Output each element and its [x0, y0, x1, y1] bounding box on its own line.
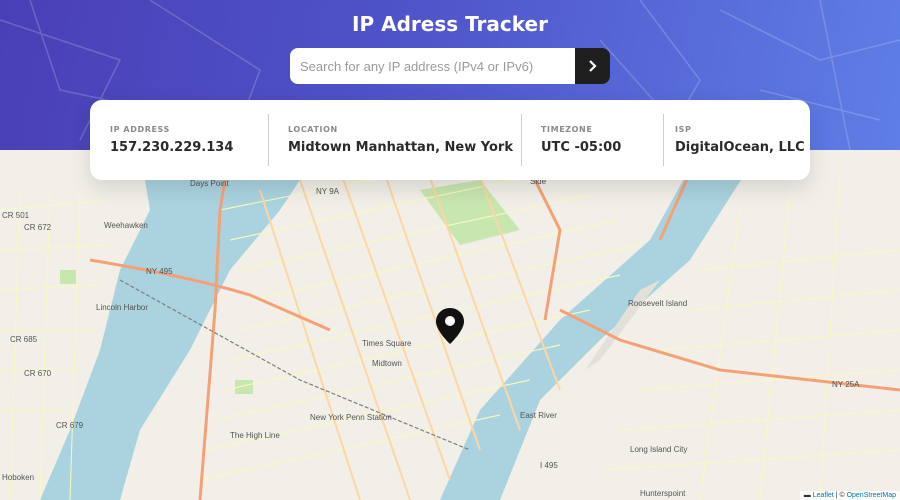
map-label-cr670: CR 670: [24, 369, 52, 378]
ip-address-label: IP Address: [110, 125, 170, 134]
search-submit-button[interactable]: [575, 48, 610, 84]
map-label-lincoln-harbor: Lincoln Harbor: [96, 303, 148, 312]
ip-address-value: 157.230.229.134: [110, 140, 234, 155]
location-pin-icon[interactable]: [436, 308, 464, 344]
map-label-cr679: CR 679: [56, 421, 84, 430]
map-label-long-island-city: Long Island City: [630, 445, 687, 454]
timezone-label: Timezone: [541, 125, 593, 134]
map-label-cr672: CR 672: [24, 223, 52, 232]
map-label-times-square: Times Square: [362, 339, 412, 348]
map-label-penn-station: New York Penn Station: [310, 413, 392, 422]
timezone-section: Timezone UTC -05:00: [521, 114, 663, 166]
location-section: Location Midtown Manhattan, New York: [268, 114, 521, 166]
map-label-east-river: East River: [520, 411, 557, 420]
map-attribution: ▬ Leaflet | © OpenStreetMap: [799, 491, 900, 500]
map-label-hunterspoint: Hunterspoint: [640, 489, 686, 498]
leaflet-link[interactable]: Leaflet: [813, 492, 834, 499]
attribution-separator: | ©: [833, 492, 847, 499]
map-label-roosevelt-island: Roosevelt Island: [628, 299, 687, 308]
ip-address-section: IP Address 157.230.229.134: [90, 114, 268, 166]
map-label-weehawken: Weehawken: [104, 221, 148, 230]
map-label-cr685: CR 685: [10, 335, 38, 344]
map-label-high-line: The High Line: [230, 431, 280, 440]
location-label: Location: [288, 125, 338, 134]
map-label-ny25a: NY 25A: [832, 380, 860, 389]
page-title: IP Adress Tracker: [352, 12, 548, 36]
map-label-hoboken: Hoboken: [2, 473, 34, 482]
map-label-cr501: CR 501: [2, 211, 30, 220]
isp-value: DigitalOcean, LLC: [675, 140, 805, 155]
map-label-days-point: Days Point: [190, 179, 229, 188]
map-label-ny495: NY 495: [146, 267, 173, 276]
map-label-i495: I 495: [540, 461, 558, 470]
chevron-right-icon: [588, 60, 597, 72]
ip-search-input[interactable]: [290, 48, 575, 84]
map-label-ny9a: NY 9A: [316, 187, 340, 196]
search-bar: [290, 48, 610, 84]
map-label-midtown: Midtown: [372, 359, 402, 368]
isp-section: ISP DigitalOcean, LLC: [663, 114, 810, 166]
ip-info-card: IP Address 157.230.229.134 Location Midt…: [90, 100, 810, 180]
map-view[interactable]: Weehawken Hoboken Lincoln Harbor Days Po…: [0, 150, 900, 500]
ukraine-flag-icon: ▬: [803, 492, 811, 499]
timezone-value: UTC -05:00: [541, 140, 622, 155]
isp-label: ISP: [675, 125, 692, 134]
location-value: Midtown Manhattan, New York: [288, 140, 513, 155]
openstreetmap-link[interactable]: OpenStreetMap: [847, 492, 896, 499]
